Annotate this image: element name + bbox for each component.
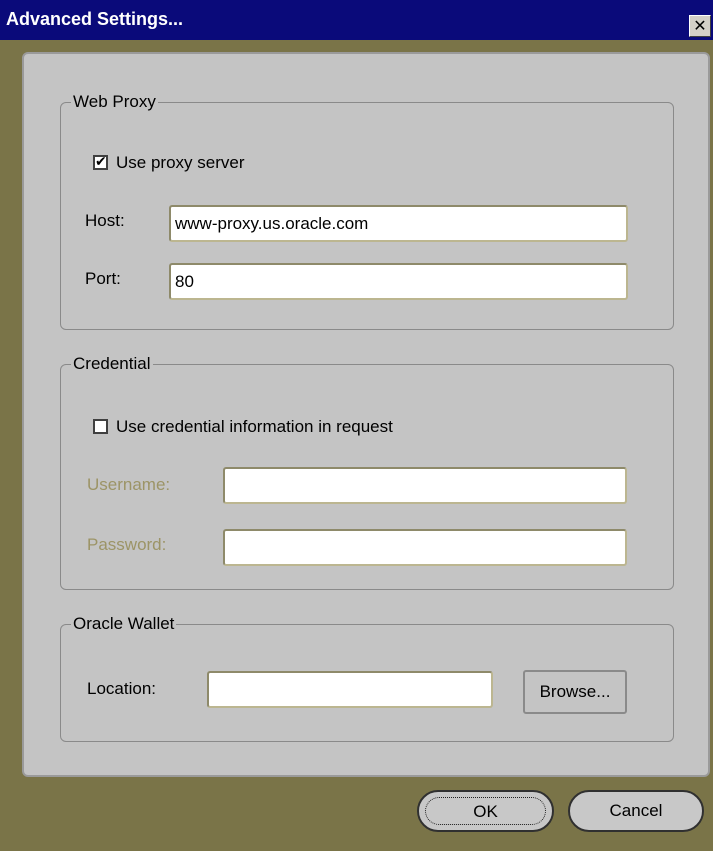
port-label: Port: xyxy=(85,269,121,288)
credential-legend: Credential xyxy=(71,354,153,374)
title-bar[interactable]: Advanced Settings... ✕ xyxy=(0,0,713,40)
cancel-button-label: Cancel xyxy=(609,801,663,820)
browse-button-label: Browse... xyxy=(539,682,611,701)
ok-button[interactable]: OK xyxy=(417,790,554,832)
password-label: Password: xyxy=(87,535,167,554)
password-input[interactable] xyxy=(223,529,627,566)
web-proxy-legend: Web Proxy xyxy=(71,92,158,112)
host-label: Host: xyxy=(85,211,125,230)
oracle-wallet-legend: Oracle Wallet xyxy=(71,614,177,634)
location-input[interactable] xyxy=(207,671,493,708)
use-credential-checkbox[interactable] xyxy=(93,419,108,434)
use-proxy-checkbox[interactable]: ✔ xyxy=(93,155,108,170)
cancel-button[interactable]: Cancel xyxy=(568,790,704,832)
use-credential-label[interactable]: Use credential information in request xyxy=(116,417,393,437)
advanced-settings-dialog: Advanced Settings... ✕ Web Proxy ✔ Use p… xyxy=(0,0,713,851)
web-proxy-group: Web Proxy ✔ Use proxy server Host: Port: xyxy=(60,92,674,330)
use-proxy-label[interactable]: Use proxy server xyxy=(116,153,244,173)
port-input[interactable] xyxy=(169,263,628,300)
focus-ring: OK xyxy=(425,797,546,825)
close-icon: ✕ xyxy=(693,16,707,35)
host-input[interactable] xyxy=(169,205,628,242)
settings-panel: Web Proxy ✔ Use proxy server Host: Port:… xyxy=(22,52,710,777)
close-button[interactable]: ✕ xyxy=(689,15,711,37)
window-title: Advanced Settings... xyxy=(6,9,184,29)
credential-group: Credential Use credential information in… xyxy=(60,354,674,590)
username-label: Username: xyxy=(87,475,171,494)
location-label: Location: xyxy=(87,679,156,698)
browse-button[interactable]: Browse... xyxy=(523,670,627,714)
ok-button-label: OK xyxy=(473,802,498,821)
username-input[interactable] xyxy=(223,467,627,504)
checkmark-icon: ✔ xyxy=(95,154,107,170)
